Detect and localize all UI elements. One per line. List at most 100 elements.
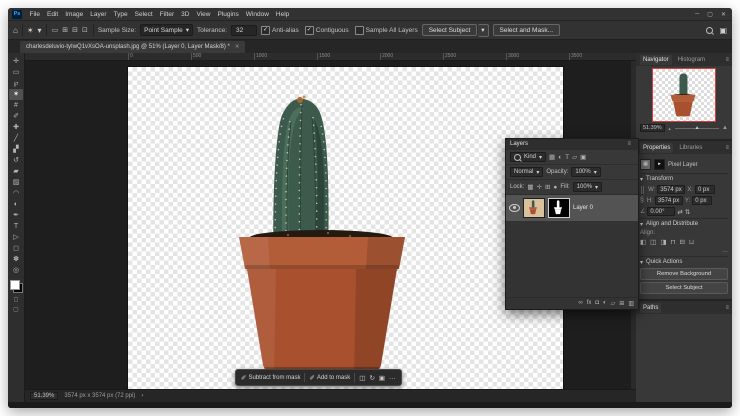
tab-histogram[interactable]: Histogram bbox=[678, 57, 705, 63]
zoom-tool[interactable]: ◎ bbox=[9, 265, 23, 276]
eyedropper-tool[interactable]: ✐ bbox=[9, 111, 23, 122]
gradient-tool[interactable]: ▨ bbox=[9, 177, 23, 188]
menu-item[interactable]: View bbox=[193, 11, 214, 18]
filter-type-icon[interactable]: T bbox=[565, 154, 569, 161]
pen-tool[interactable]: ✒ bbox=[9, 210, 23, 221]
align-top-icon[interactable]: ⊓ bbox=[670, 238, 675, 246]
zoom-out-icon[interactable]: ▲ bbox=[668, 126, 672, 131]
properties-panel-icon[interactable]: ▣ bbox=[379, 374, 385, 382]
menu-item[interactable]: Window bbox=[242, 11, 272, 18]
sample-size-dropdown[interactable]: Point Sample ▾ bbox=[140, 24, 193, 36]
flip-vertical-icon[interactable]: ⇅ bbox=[685, 208, 690, 216]
height-field[interactable]: 3574 px bbox=[655, 196, 683, 205]
align-center-v-icon[interactable]: ⊟ bbox=[680, 238, 685, 246]
close-button[interactable]: ✕ bbox=[721, 11, 726, 18]
invert-mask-icon[interactable]: ◫ bbox=[359, 374, 365, 382]
slider-knob-icon[interactable]: ▲ bbox=[695, 125, 700, 131]
layer-visibility-eye-icon[interactable] bbox=[509, 204, 520, 212]
menu-item[interactable]: Edit bbox=[43, 11, 61, 18]
tolerance-input[interactable]: 32 bbox=[231, 25, 257, 36]
filter-shape-icon[interactable]: ▱ bbox=[572, 153, 577, 161]
filter-pixel-icon[interactable]: ▦ bbox=[549, 153, 555, 161]
link-dimensions-icon[interactable]: § bbox=[640, 197, 644, 204]
menu-item[interactable]: 3D bbox=[178, 11, 193, 18]
new-selection-icon[interactable]: ▭ bbox=[51, 26, 60, 34]
shape-tool[interactable]: ◻ bbox=[9, 243, 23, 254]
search-icon[interactable] bbox=[706, 27, 713, 34]
delete-layer-icon[interactable]: ▥ bbox=[628, 300, 634, 307]
zoom-in-icon[interactable]: ▲ bbox=[722, 125, 728, 131]
maximize-button[interactable]: ▢ bbox=[707, 11, 713, 18]
document-tab[interactable]: charlesdeluvio-tyIwQ1vXsOA-unsplash.jpg … bbox=[20, 41, 245, 53]
path-selection-tool[interactable]: ▷ bbox=[9, 232, 23, 243]
layer-row[interactable]: Layer 0 bbox=[506, 195, 638, 221]
color-swatches[interactable] bbox=[10, 280, 23, 293]
panel-menu-icon[interactable]: ≡ bbox=[725, 57, 729, 63]
tool-preset-dropdown-icon[interactable]: ▾ bbox=[38, 26, 42, 35]
menu-item[interactable]: File bbox=[26, 11, 43, 18]
brush-tool[interactable]: ╱ bbox=[9, 133, 23, 144]
menu-item[interactable]: Select bbox=[131, 11, 156, 18]
lock-pixels-icon[interactable]: ✛ bbox=[537, 183, 542, 191]
adjustment-layer-icon[interactable]: ◐ bbox=[603, 300, 607, 307]
lasso-tool[interactable]: ℘ bbox=[9, 78, 23, 89]
subtract-from-mask-button[interactable]: ✐ Subtract from mask bbox=[241, 374, 300, 382]
layer-filter-dropdown[interactable]: Kind ▾ bbox=[510, 152, 546, 162]
layer-mask-thumbnail[interactable] bbox=[548, 198, 570, 218]
eraser-tool[interactable]: ▰ bbox=[9, 166, 23, 177]
lock-position-icon[interactable]: ⊞ bbox=[545, 183, 550, 191]
collapse-icon[interactable]: ▾ bbox=[640, 221, 643, 228]
fill-dropdown[interactable]: 100% ▾ bbox=[573, 182, 602, 192]
select-subject-dropdown[interactable]: ▾ bbox=[478, 24, 488, 37]
contiguous-checkbox[interactable]: ✓ Contiguous bbox=[305, 26, 349, 35]
zoom-level-field[interactable]: 51.39% bbox=[30, 392, 58, 400]
collapse-icon[interactable]: ▾ bbox=[640, 259, 643, 266]
lock-all-icon[interactable]: ● bbox=[553, 184, 557, 191]
quick-mask-icon[interactable]: ◻ bbox=[14, 296, 19, 303]
tab-properties[interactable]: Properties bbox=[640, 143, 673, 153]
workspace-icon[interactable]: ▣ bbox=[719, 26, 727, 35]
magic-wand-tool[interactable]: ✶ bbox=[9, 89, 23, 100]
marquee-tool[interactable]: ▭ bbox=[9, 67, 23, 78]
tab-paths[interactable]: Paths bbox=[640, 303, 661, 313]
blur-tool[interactable]: ◠ bbox=[9, 188, 23, 199]
menu-item[interactable]: Type bbox=[110, 11, 131, 18]
home-icon[interactable]: ⌂ bbox=[13, 26, 18, 35]
add-mask-icon[interactable]: ◘ bbox=[595, 300, 599, 307]
width-field[interactable]: 3574 px bbox=[657, 185, 685, 194]
align-left-icon[interactable]: ◧ bbox=[640, 238, 646, 246]
navigator-zoom-slider[interactable]: ▲ bbox=[675, 128, 719, 129]
navigator-preview[interactable] bbox=[652, 68, 716, 122]
tab-navigator[interactable]: Navigator bbox=[640, 55, 672, 65]
clone-stamp-tool[interactable]: ▞ bbox=[9, 144, 23, 155]
menu-item[interactable]: Filter bbox=[156, 11, 177, 18]
document-canvas[interactable] bbox=[128, 67, 563, 389]
remove-background-button[interactable]: Remove Background bbox=[640, 268, 728, 280]
screen-mode-icon[interactable]: ▢ bbox=[13, 306, 19, 313]
layer-group-icon[interactable]: ▱ bbox=[611, 300, 616, 307]
panel-menu-icon[interactable]: ≡ bbox=[725, 305, 729, 311]
align-right-icon[interactable]: ◨ bbox=[660, 238, 666, 246]
menu-item[interactable]: Image bbox=[62, 11, 87, 18]
layer-name[interactable]: Layer 0 bbox=[573, 205, 593, 211]
reference-point-icon[interactable]: ⣿ bbox=[640, 186, 645, 194]
flip-horizontal-icon[interactable]: ⇄ bbox=[677, 208, 682, 216]
select-subject-quick-button[interactable]: Select Subject bbox=[640, 282, 728, 294]
filter-adjustment-icon[interactable]: ◐ bbox=[558, 154, 562, 161]
status-chevron-icon[interactable]: › bbox=[141, 393, 143, 399]
crop-tool[interactable]: # bbox=[9, 100, 23, 111]
more-options-icon[interactable]: … bbox=[389, 374, 396, 381]
active-tool-icon[interactable]: ✶ bbox=[27, 26, 34, 35]
panel-menu-icon[interactable]: ≡ bbox=[725, 145, 729, 151]
refine-mask-icon[interactable]: ↻ bbox=[369, 374, 374, 382]
foreground-color-swatch[interactable] bbox=[10, 280, 20, 290]
align-bottom-icon[interactable]: ⊔ bbox=[689, 238, 694, 246]
lock-transparency-icon[interactable]: ▦ bbox=[527, 183, 533, 191]
new-layer-icon[interactable]: ⊞ bbox=[619, 300, 624, 307]
panel-menu-icon[interactable]: ≡ bbox=[627, 141, 631, 147]
filter-smart-object-icon[interactable]: ▣ bbox=[580, 153, 586, 161]
history-brush-tool[interactable]: ↺ bbox=[9, 155, 23, 166]
collapse-icon[interactable]: ▾ bbox=[640, 176, 643, 183]
dodge-tool[interactable]: ◐ bbox=[9, 199, 23, 210]
intersect-selection-icon[interactable]: ⊡ bbox=[81, 26, 89, 34]
